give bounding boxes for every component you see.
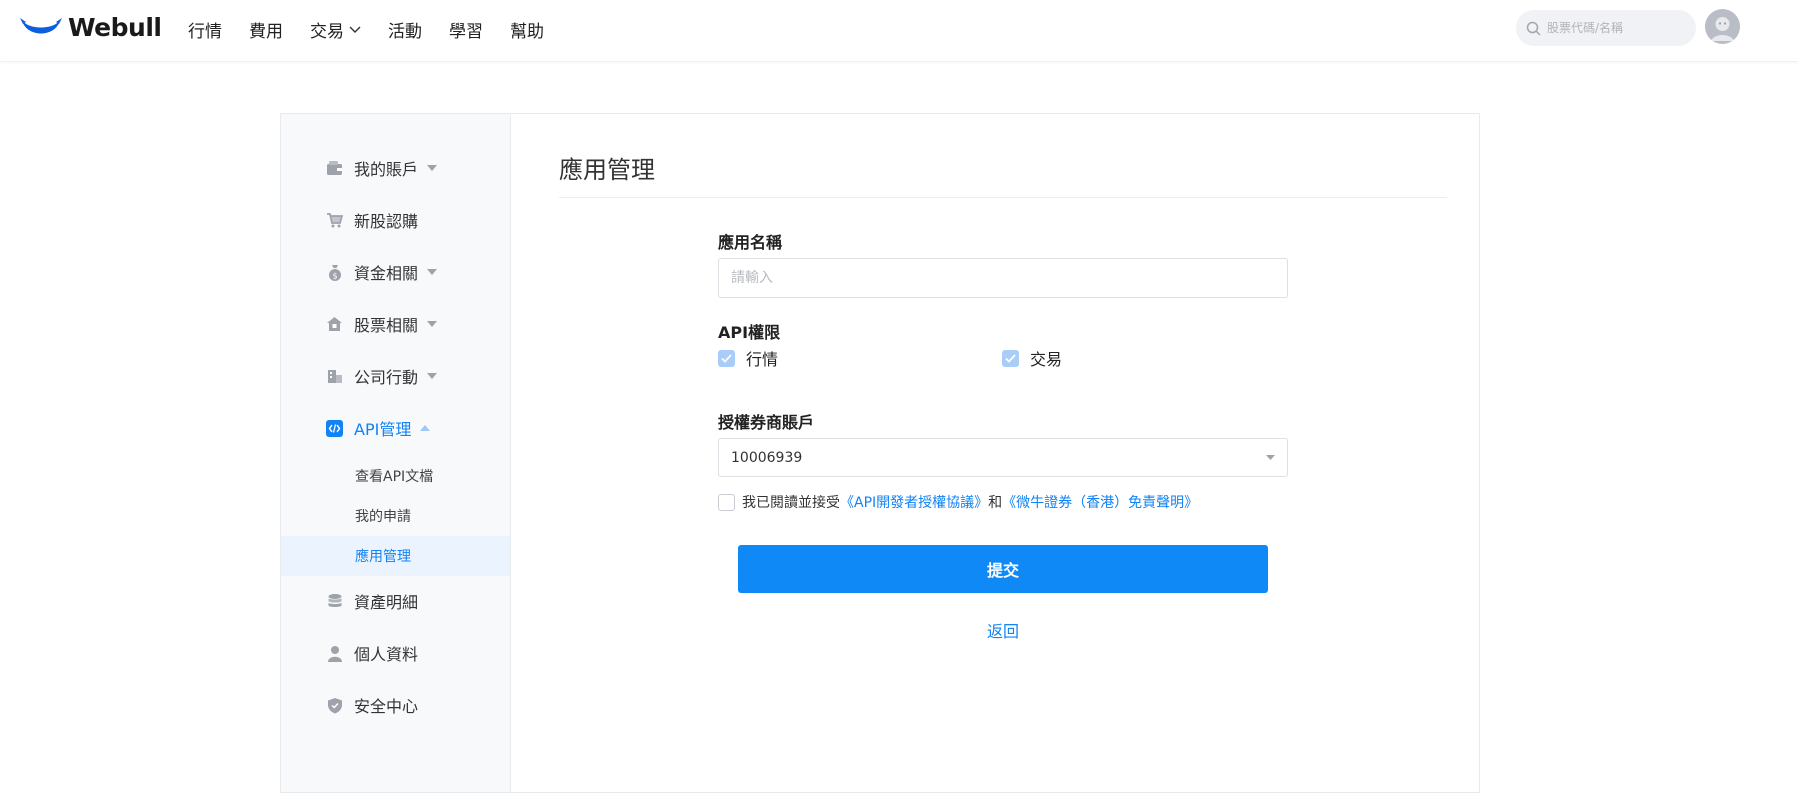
nav-label: 交易 <box>310 22 344 42</box>
nav-item-fees[interactable]: 費用 <box>249 17 283 42</box>
caret-down-icon <box>427 321 438 327</box>
svg-text:$: $ <box>332 271 337 280</box>
nav-label: 行情 <box>188 22 222 42</box>
search-icon <box>1526 21 1541 36</box>
sidebar-item-label: 資金相關 <box>354 264 419 283</box>
api-code-icon <box>326 419 343 437</box>
nav-label: 幫助 <box>510 22 544 42</box>
search-input[interactable] <box>1547 21 1687 35</box>
sidebar-item-label: 股票相關 <box>354 316 419 335</box>
sidebar-subitem-my-applications[interactable]: 我的申請 <box>281 496 510 536</box>
agreement-row: 我已閱讀並接受 《API開發者授權協議》 和 《微牛證券（香港）免責聲明》 <box>718 492 1198 512</box>
sidebar-item-label: 資產明細 <box>354 593 419 612</box>
sidebar-item-label: API管理 <box>354 420 412 439</box>
permission-trade-checkbox[interactable]: 交易 <box>1002 346 1062 370</box>
building-icon <box>326 368 343 385</box>
person-icon <box>326 645 343 662</box>
sidebar-item-security-center[interactable]: 安全中心 <box>326 693 418 717</box>
settings-card: 我的賬戶 新股認購 $ 資金相關 股票相關 公司行動 API管理 查看API文檔… <box>280 113 1480 793</box>
sidebar-item-funds[interactable]: $ 資金相關 <box>326 260 438 284</box>
top-navigation-bar: Webull 行情 費用 交易 活動 學習 幫助 <box>0 0 1798 62</box>
caret-down-icon <box>427 373 438 379</box>
page-title: 應用管理 <box>559 156 655 184</box>
sidebar-item-label: 公司行動 <box>354 368 419 387</box>
main-panel: 應用管理 應用名稱 API權限 行情 交易 授權券商賬戶 10006939 我已… <box>511 114 1479 792</box>
account-select-value: 10006939 <box>731 449 803 466</box>
agreement-joiner: 和 <box>988 495 1003 511</box>
money-bag-icon: $ <box>326 264 343 281</box>
brand-name: Webull <box>68 13 162 42</box>
account-label: 授權券商賬戶 <box>718 413 815 432</box>
app-name-input[interactable] <box>718 258 1288 298</box>
webull-bull-icon <box>20 17 62 33</box>
permission-label: 行情 <box>746 350 779 369</box>
nav-item-trade[interactable]: 交易 <box>310 17 361 42</box>
checkbox-checked-icon <box>1002 349 1019 367</box>
caret-down-icon <box>1266 455 1275 460</box>
back-link[interactable]: 返回 <box>973 618 1033 642</box>
sidebar-item-label: 我的賬戶 <box>354 160 419 179</box>
user-avatar[interactable] <box>1705 9 1740 44</box>
sidebar-item-label: 安全中心 <box>354 697 419 716</box>
sidebar-subitem-label: 應用管理 <box>355 549 411 565</box>
wallet-icon <box>326 160 343 177</box>
sidebar-item-my-account[interactable]: 我的賬戶 <box>326 156 438 180</box>
app-name-label: 應用名稱 <box>718 233 783 252</box>
coins-stack-icon <box>326 593 343 610</box>
nav-item-events[interactable]: 活動 <box>388 17 422 42</box>
sidebar-item-ipo[interactable]: 新股認購 <box>326 208 418 232</box>
api-developer-agreement-link[interactable]: 《API開發者授權協議》 <box>840 492 988 512</box>
sidebar-subitem-api-docs[interactable]: 查看API文檔 <box>281 456 510 496</box>
shield-icon <box>326 697 343 714</box>
permission-label: 交易 <box>1030 350 1063 369</box>
nav-label: 活動 <box>388 22 422 42</box>
disclaimer-link[interactable]: 《微牛證券（香港）免責聲明》 <box>1002 492 1198 512</box>
account-select[interactable]: 10006939 <box>718 438 1288 477</box>
sidebar-item-api-management[interactable]: API管理 <box>326 416 431 440</box>
sidebar-item-profile[interactable]: 個人資料 <box>326 641 418 665</box>
checkbox-checked-icon <box>718 349 735 367</box>
sidebar: 我的賬戶 新股認購 $ 資金相關 股票相關 公司行動 API管理 查看API文檔… <box>281 114 511 792</box>
cart-icon <box>326 212 343 229</box>
webull-logo[interactable]: Webull <box>20 13 162 42</box>
avatar-placeholder-icon <box>1705 9 1740 44</box>
sidebar-subitem-label: 我的申請 <box>355 509 411 525</box>
nav-item-learn[interactable]: 學習 <box>449 17 483 42</box>
nav-label: 學習 <box>449 22 483 42</box>
caret-up-icon <box>420 425 431 431</box>
agreement-text: 我已閱讀並接受 <box>742 495 840 511</box>
caret-down-icon <box>427 165 438 171</box>
nav-label: 費用 <box>249 22 283 42</box>
house-icon <box>326 316 343 333</box>
sidebar-item-label: 新股認購 <box>354 212 419 231</box>
sidebar-item-stocks[interactable]: 股票相關 <box>326 312 438 336</box>
agreement-checkbox[interactable] <box>718 493 735 511</box>
sidebar-subitem-label: 查看API文檔 <box>355 469 434 485</box>
caret-down-icon <box>427 269 438 275</box>
permission-market-checkbox[interactable]: 行情 <box>718 346 778 370</box>
title-divider <box>559 197 1447 198</box>
chevron-down-icon <box>349 26 361 33</box>
sidebar-item-label: 個人資料 <box>354 645 419 664</box>
sidebar-item-asset-details[interactable]: 資產明細 <box>326 589 418 613</box>
sidebar-item-corporate-actions[interactable]: 公司行動 <box>326 364 438 388</box>
nav-item-market[interactable]: 行情 <box>188 17 222 42</box>
submit-button[interactable]: 提交 <box>738 545 1268 593</box>
sidebar-subitem-app-management[interactable]: 應用管理 <box>281 536 510 576</box>
main-nav: 行情 費用 交易 活動 學習 幫助 <box>188 17 571 42</box>
nav-item-help[interactable]: 幫助 <box>510 17 544 42</box>
api-permission-label: API權限 <box>718 323 781 342</box>
search-box[interactable] <box>1516 10 1696 46</box>
